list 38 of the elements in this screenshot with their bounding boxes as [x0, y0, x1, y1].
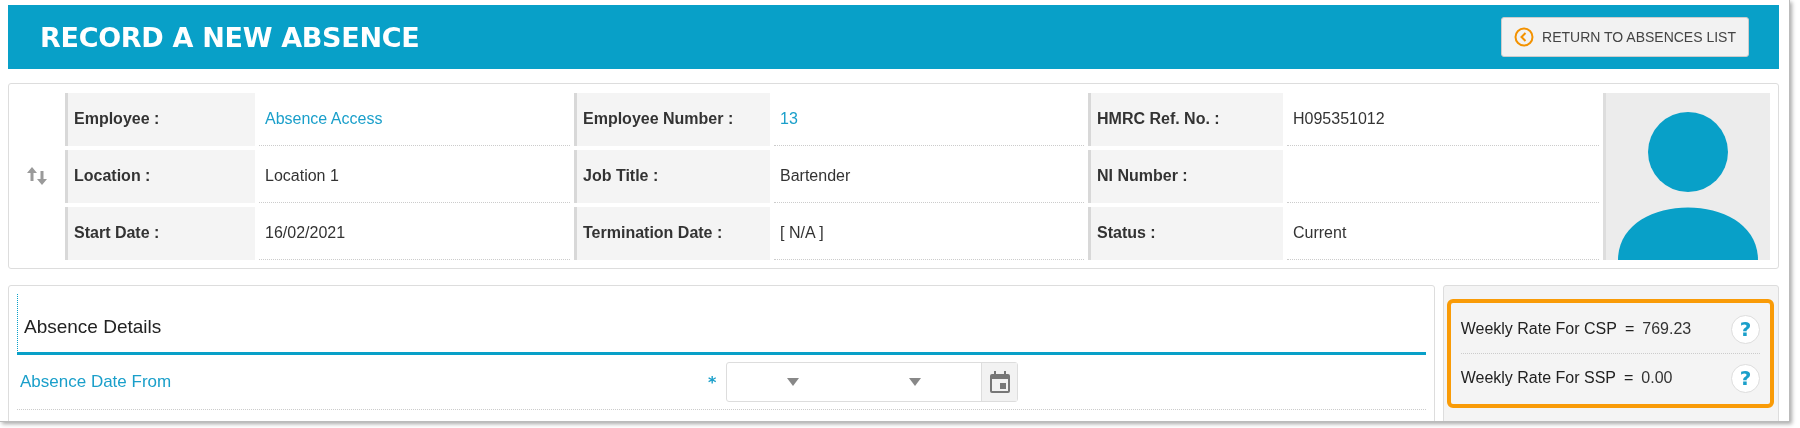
field-label: HMRC Ref. No. : [1088, 92, 1283, 146]
field-label: Absence Date From [19, 372, 173, 392]
equals-sign: = [1624, 369, 1634, 387]
field-label: Job Title : [574, 149, 770, 203]
caret-icon[interactable] [909, 378, 921, 386]
rate-value: 0.00 [1641, 369, 1674, 387]
field-label: Status : [1088, 206, 1283, 260]
field-link[interactable]: Absence Access [265, 109, 383, 128]
field-label: Start Date : [65, 206, 255, 260]
help-button[interactable]: ? [1731, 314, 1760, 344]
calendar-icon [989, 371, 1010, 393]
date-field[interactable] [726, 362, 1018, 402]
field-label: Employee : [65, 92, 255, 146]
back-circle-icon [1514, 27, 1534, 47]
person-silhouette-icon [1618, 109, 1758, 260]
equals-sign: = [1624, 320, 1635, 338]
field-label: Termination Date : [574, 206, 770, 260]
page-title: RECORD A NEW ABSENCE [40, 21, 420, 53]
field-link[interactable]: 13 [780, 109, 798, 128]
return-button[interactable]: RETURN TO ABSENCES LIST [1501, 17, 1749, 57]
rate-label: Weekly Rate For CSP [1460, 320, 1617, 338]
field-value: 16/02/2021 [265, 223, 346, 242]
field-value: [ N/A ] [780, 223, 824, 242]
field-value: Bartender [780, 166, 851, 185]
field-value: Location 1 [265, 166, 339, 185]
help-button[interactable]: ? [1731, 363, 1760, 393]
sort-icon[interactable] [26, 165, 48, 187]
field-value: H095351012 [1293, 109, 1385, 128]
required-mark: * [708, 372, 718, 392]
section-title: Absence Details [17, 294, 1426, 355]
field-label: NI Number : [1088, 149, 1283, 203]
field-label: Location : [65, 149, 255, 203]
field-value: Current [1293, 223, 1347, 242]
caret-icon[interactable] [787, 378, 799, 386]
field-label: Employee Number : [574, 92, 770, 146]
rate-value: 769.23 [1642, 320, 1693, 338]
calendar-button[interactable] [981, 363, 1017, 401]
rate-label: Weekly Rate For SSP [1460, 369, 1616, 387]
